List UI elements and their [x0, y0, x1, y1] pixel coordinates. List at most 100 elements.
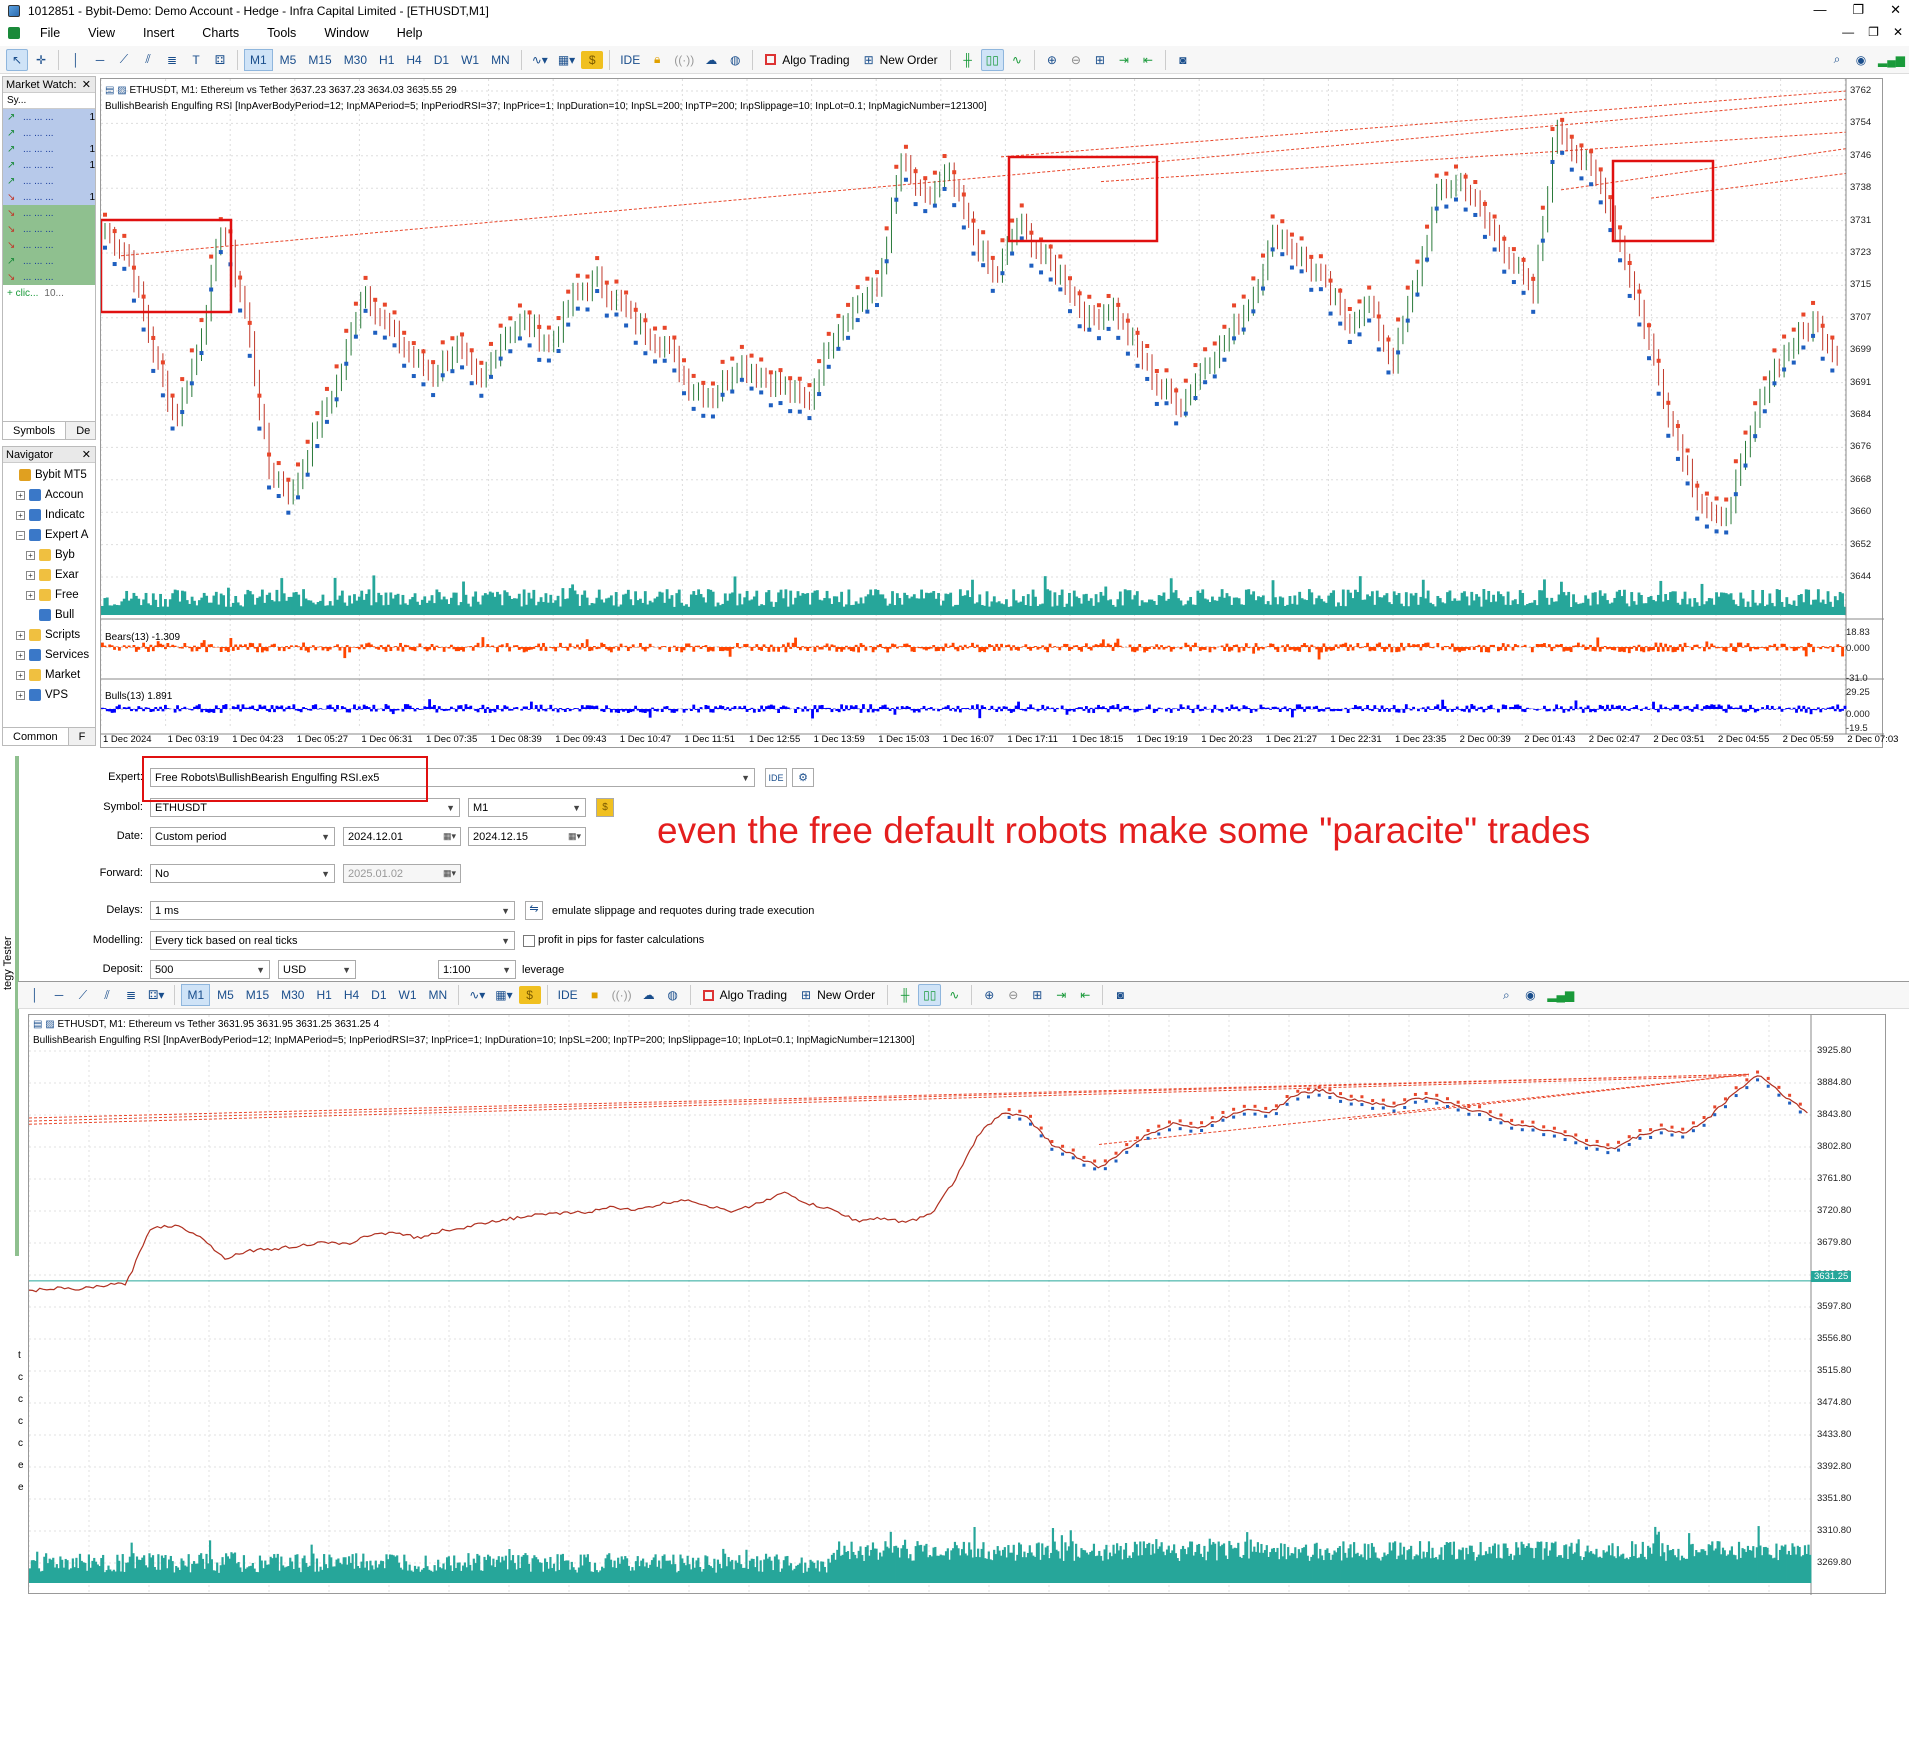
close-icon[interactable]: ✕ [82, 448, 91, 461]
tf-m30[interactable]: M30 [339, 49, 372, 71]
currency-select[interactable]: USD▼ [278, 960, 356, 979]
tf-mn[interactable]: MN [486, 49, 515, 71]
menu-view[interactable]: View [74, 26, 129, 40]
tab-symbols[interactable]: Symbols [3, 422, 66, 439]
new-order-button[interactable]: ⊞New Order [795, 988, 881, 1002]
navigator-item[interactable]: +Exar [3, 565, 95, 585]
market-icon[interactable]: $ [519, 986, 541, 1004]
templates-icon[interactable]: ▦▾ [491, 984, 516, 1006]
channel-icon[interactable]: ⫽ [96, 984, 118, 1006]
navigator-item[interactable]: +Accoun [3, 485, 95, 505]
line-chart-icon[interactable]: ∿ [1006, 49, 1028, 71]
bar-chart-icon[interactable]: ╫ [894, 984, 916, 1006]
leverage-select[interactable]: 1:100▼ [438, 960, 516, 979]
period-select[interactable]: M1▼ [468, 798, 586, 817]
tf-d1[interactable]: D1 [429, 49, 454, 71]
globe-icon[interactable]: ◍ [662, 984, 684, 1006]
tile-windows-icon[interactable]: ⊞ [1026, 984, 1048, 1006]
scroll-end-icon[interactable]: ⇥ [1113, 49, 1135, 71]
navigator-item[interactable]: Bull [3, 605, 95, 625]
vertical-line-icon[interactable]: │ [24, 984, 46, 1006]
tf-h4[interactable]: H4 [401, 49, 426, 71]
symbol-properties-icon[interactable]: $ [596, 798, 614, 817]
navigator-item[interactable]: +Byb [3, 545, 95, 565]
tf-m30[interactable]: M30 [276, 984, 309, 1006]
line-chart-icon[interactable]: ∿ [943, 984, 965, 1006]
bar-chart-icon[interactable]: ╫ [957, 49, 979, 71]
navigator-item[interactable]: +Free [3, 585, 95, 605]
channel-icon[interactable]: ⫽ [137, 49, 159, 71]
tf-h1[interactable]: H1 [311, 984, 336, 1006]
tf-m15[interactable]: M15 [303, 49, 336, 71]
zoom-in-icon[interactable]: ⊕ [978, 984, 1000, 1006]
candles-icon[interactable]: ▯▯ [918, 984, 941, 1006]
market-watch-header[interactable]: Sy... [3, 93, 95, 109]
signal-strength-icon[interactable]: ▂▄▆ [1874, 49, 1909, 71]
globe-icon[interactable]: ◍ [724, 49, 746, 71]
child-minimize-button[interactable]: — [1842, 25, 1854, 39]
close-button[interactable]: ✕ [1890, 2, 1901, 18]
tab-common[interactable]: Common [3, 728, 69, 745]
market-watch-row[interactable]: ↘... ... ... [3, 237, 95, 253]
search-icon[interactable]: ⌕ [1495, 984, 1517, 1006]
expand-toggle-icon[interactable]: + [16, 651, 25, 660]
expand-toggle-icon[interactable]: + [16, 691, 25, 700]
market-watch-row[interactable]: ↘... ... ... [3, 205, 95, 221]
screenshot-icon[interactable]: ◙ [1109, 984, 1131, 1006]
slippage-settings-icon[interactable]: ⇋ [525, 901, 543, 920]
zoom-out-icon[interactable]: ⊖ [1065, 49, 1087, 71]
trendline-icon[interactable]: ⟋ [113, 49, 135, 71]
shapes-icon[interactable]: ⚃ [209, 49, 231, 71]
market-watch-row[interactable]: ↗... ... ...1 [3, 109, 95, 125]
tf-m15[interactable]: M15 [241, 984, 274, 1006]
market-watch-row[interactable]: ↘... ... ... [3, 269, 95, 285]
tf-m5[interactable]: M5 [275, 49, 302, 71]
new-order-button[interactable]: ⊞New Order [858, 53, 944, 67]
minimize-button[interactable]: — [1813, 2, 1826, 18]
expand-toggle-icon[interactable]: + [16, 511, 25, 520]
navigator-item[interactable]: +Market [3, 665, 95, 685]
market-watch-row[interactable]: ↘... ... ... [3, 221, 95, 237]
screenshot-icon[interactable]: ◙ [1172, 49, 1194, 71]
market-watch-row[interactable]: ↘... ... ...1 [3, 189, 95, 205]
expand-toggle-icon[interactable]: + [16, 491, 25, 500]
expand-toggle-icon[interactable]: + [26, 571, 35, 580]
tf-mn[interactable]: MN [424, 984, 453, 1006]
navigator-item[interactable]: −Expert A [3, 525, 95, 545]
market-watch-row[interactable]: ↗... ... ... [3, 125, 95, 141]
expand-toggle-icon[interactable]: + [26, 551, 35, 560]
menu-file[interactable]: File [26, 26, 74, 40]
algo-trading-button[interactable]: Algo Trading [697, 988, 793, 1002]
market-watch-row[interactable]: ↗... ... ...1 [3, 141, 95, 157]
shapes-icon[interactable]: ⚃▾ [144, 984, 168, 1006]
navigator-item[interactable]: +Scripts [3, 625, 95, 645]
expert-ide-button[interactable]: IDE [765, 768, 787, 787]
add-symbol-row[interactable]: + clic...10... [3, 285, 95, 301]
navigator-item[interactable]: +Indicatc [3, 505, 95, 525]
horizontal-line-icon[interactable]: ─ [89, 49, 111, 71]
tf-h4[interactable]: H4 [339, 984, 364, 1006]
account-icon[interactable]: ◉ [1519, 984, 1541, 1006]
tf-m1[interactable]: M1 [181, 984, 210, 1006]
vertical-line-icon[interactable]: │ [65, 49, 87, 71]
trendline-icon[interactable]: ⟋ [72, 984, 94, 1006]
tf-w1[interactable]: W1 [394, 984, 422, 1006]
tf-w1[interactable]: W1 [456, 49, 484, 71]
lock-icon[interactable]: ■ [584, 984, 606, 1006]
menu-tools[interactable]: Tools [253, 26, 310, 40]
chart-shift-icon[interactable]: ⇤ [1137, 49, 1159, 71]
restore-button[interactable]: ❐ [1852, 2, 1864, 18]
menu-charts[interactable]: Charts [188, 26, 253, 40]
indicators-icon[interactable]: ∿▾ [528, 49, 552, 71]
date-to-field[interactable]: 2024.12.15▦▾ [468, 827, 586, 846]
tf-m1[interactable]: M1 [244, 49, 273, 71]
fibonacci-icon[interactable]: ≣ [120, 984, 142, 1006]
fibonacci-icon[interactable]: ≣ [161, 49, 183, 71]
zoom-out-icon[interactable]: ⊖ [1002, 984, 1024, 1006]
expand-toggle-icon[interactable]: + [26, 591, 35, 600]
signal-icon[interactable]: ((·)) [608, 984, 636, 1006]
chart-shift-icon[interactable]: ⇤ [1074, 984, 1096, 1006]
signal-strength-icon[interactable]: ▂▄▆ [1543, 984, 1578, 1006]
cloud-icon[interactable]: ☁ [638, 984, 660, 1006]
lock-icon[interactable]: 🔒︎ [646, 49, 668, 71]
